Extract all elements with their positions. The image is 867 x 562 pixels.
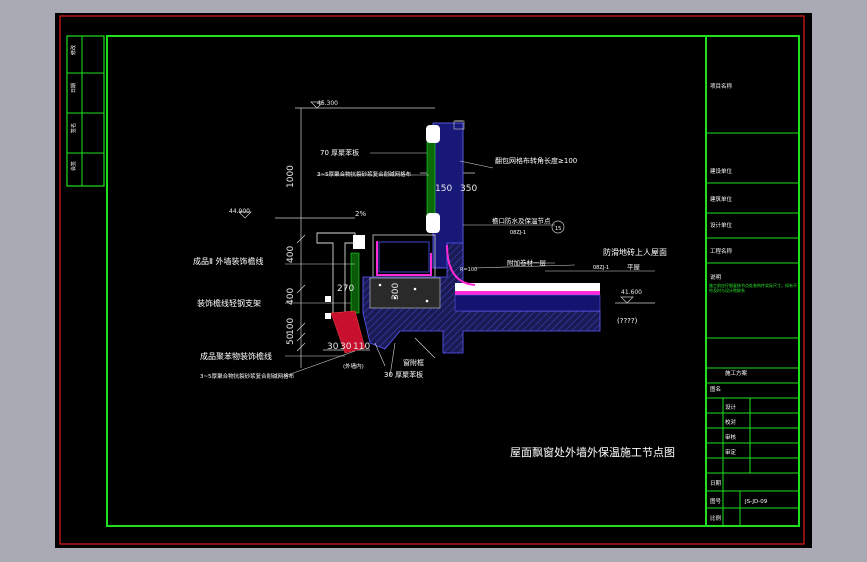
magenta-membrane-box — [376, 241, 432, 276]
left-strip-item-2: 日期 — [71, 83, 77, 93]
dim-270: 270 — [337, 284, 354, 294]
label-steel-bracket: 装饰檐线轻钢支架 — [197, 298, 261, 308]
dim-100: 100 — [286, 318, 296, 335]
label-extra-membrane: 附加卷材一层 — [507, 258, 547, 267]
cad-drawing: 修改 日期 签名 会签 项目名称 建设单位 建筑单位 设计单位 工程名称 说明 … — [59, 15, 805, 545]
drawing-sheet: 修改 日期 签名 会签 项目名称 建设单位 建筑单位 设计单位 工程名称 说明 … — [55, 13, 812, 548]
label-flat-roof: 平屋 — [627, 263, 641, 271]
label-30-eps: 30 厚聚苯板 — [384, 370, 423, 379]
tb-row-4: 设计单位 — [710, 221, 733, 229]
label-mesh-top: 3~5厚聚合物抗裂砂浆复合耐碱网格布 — [317, 170, 412, 178]
dim-110: 110 — [353, 342, 370, 352]
dim-50: 50 — [286, 333, 296, 345]
tb-row-2: 建设单位 — [710, 167, 733, 175]
label-roof-tile: 防滑地砖上人屋面 — [603, 247, 667, 257]
left-strip-item-3: 签名 — [70, 123, 77, 133]
label-unknown: (????) — [617, 317, 638, 325]
dim-300: 300 — [391, 283, 401, 300]
label-cornice: 成品Ⅱ 外墙装饰檐线 — [193, 256, 263, 266]
label-ref-15: 15 — [555, 226, 561, 232]
tb-stage: 施工方案 — [725, 369, 748, 377]
roof-box-blue — [378, 241, 430, 273]
dim-350: 350 — [460, 184, 477, 194]
label-roof-ref: 08ZJ-1 — [593, 265, 609, 271]
dim-30b: 30 — [340, 342, 352, 352]
label-mesh-wrap: 翻包网格布转角长度≥100 — [495, 156, 577, 165]
tb-sheet-no: JS-JD-09 — [744, 499, 768, 505]
tb-date-label: 日期 — [710, 480, 722, 487]
roof-layers-white — [455, 283, 600, 291]
cornice — [316, 232, 356, 314]
tb-row-5: 工程名称 — [710, 247, 733, 255]
roof-layers-blue — [454, 294, 601, 312]
elev-right: 41.600 — [621, 289, 642, 296]
dim-400a: 400 — [286, 246, 296, 263]
label-ref-atlas: 08ZJ-1 — [510, 230, 526, 236]
parapet-box — [372, 234, 436, 278]
label-70-eps: 70 厚聚苯板 — [320, 148, 359, 157]
roof-layers-magenta — [455, 291, 600, 295]
elev-mid: 44.900 — [229, 208, 250, 215]
tb-row-6: 说明 — [710, 273, 722, 281]
white-cap-top — [426, 125, 440, 143]
radius: R=100 — [460, 267, 477, 273]
left-strip-item-1: 修改 — [70, 45, 77, 55]
tb-drawing-name-label: 图名 — [710, 385, 721, 393]
cornice-green — [350, 252, 360, 314]
label-inner-wall: (外墙内) — [343, 362, 364, 370]
label-mesh-bottom: 3~5厚聚合物抗裂砂浆复合耐碱网格布 — [200, 372, 295, 380]
tb-sign-3: 审核 — [725, 433, 737, 441]
tb-note-box: 施工前应仔细复核节点处各构件实际尺寸，如有不符及时与设计院联系 — [709, 283, 797, 293]
insulation-green-vertical — [426, 137, 436, 219]
tb-sign-1: 设计 — [725, 403, 737, 411]
slope: 2% — [355, 210, 366, 218]
tb-row-3: 建筑单位 — [710, 195, 733, 203]
tb-sign-4: 审定 — [725, 448, 737, 456]
drawing-title: 屋面飘窗处外墙外保温施工节点图 — [510, 445, 675, 459]
left-strip-item-4: 会签 — [70, 161, 77, 171]
dim-400b: 400 — [286, 288, 296, 305]
title-block — [705, 36, 799, 526]
tb-sheet-no-label: 图号 — [710, 497, 722, 505]
white-cap-mid — [426, 213, 440, 233]
dim-30a: 30 — [327, 342, 339, 352]
dim-1000: 1000 — [286, 165, 296, 188]
tb-row-1: 项目名称 — [710, 82, 733, 90]
elev-top: 45.300 — [317, 100, 338, 107]
tb-sign-2: 校对 — [725, 418, 737, 426]
label-window-frame: 窗附框 — [403, 358, 424, 367]
tb-note: 施工前应仔细复核节点处各构件实际尺寸，如有不符及时与设计院联系 — [709, 283, 797, 293]
dim-150: 150 — [435, 184, 452, 194]
tb-scale-label: 比例 — [710, 514, 722, 522]
label-eps-cornice: 成品聚苯物装饰檐线 — [200, 351, 272, 361]
label-eaves: 檐口防水及保温节点 — [492, 216, 551, 225]
block-dotted — [369, 277, 441, 309]
